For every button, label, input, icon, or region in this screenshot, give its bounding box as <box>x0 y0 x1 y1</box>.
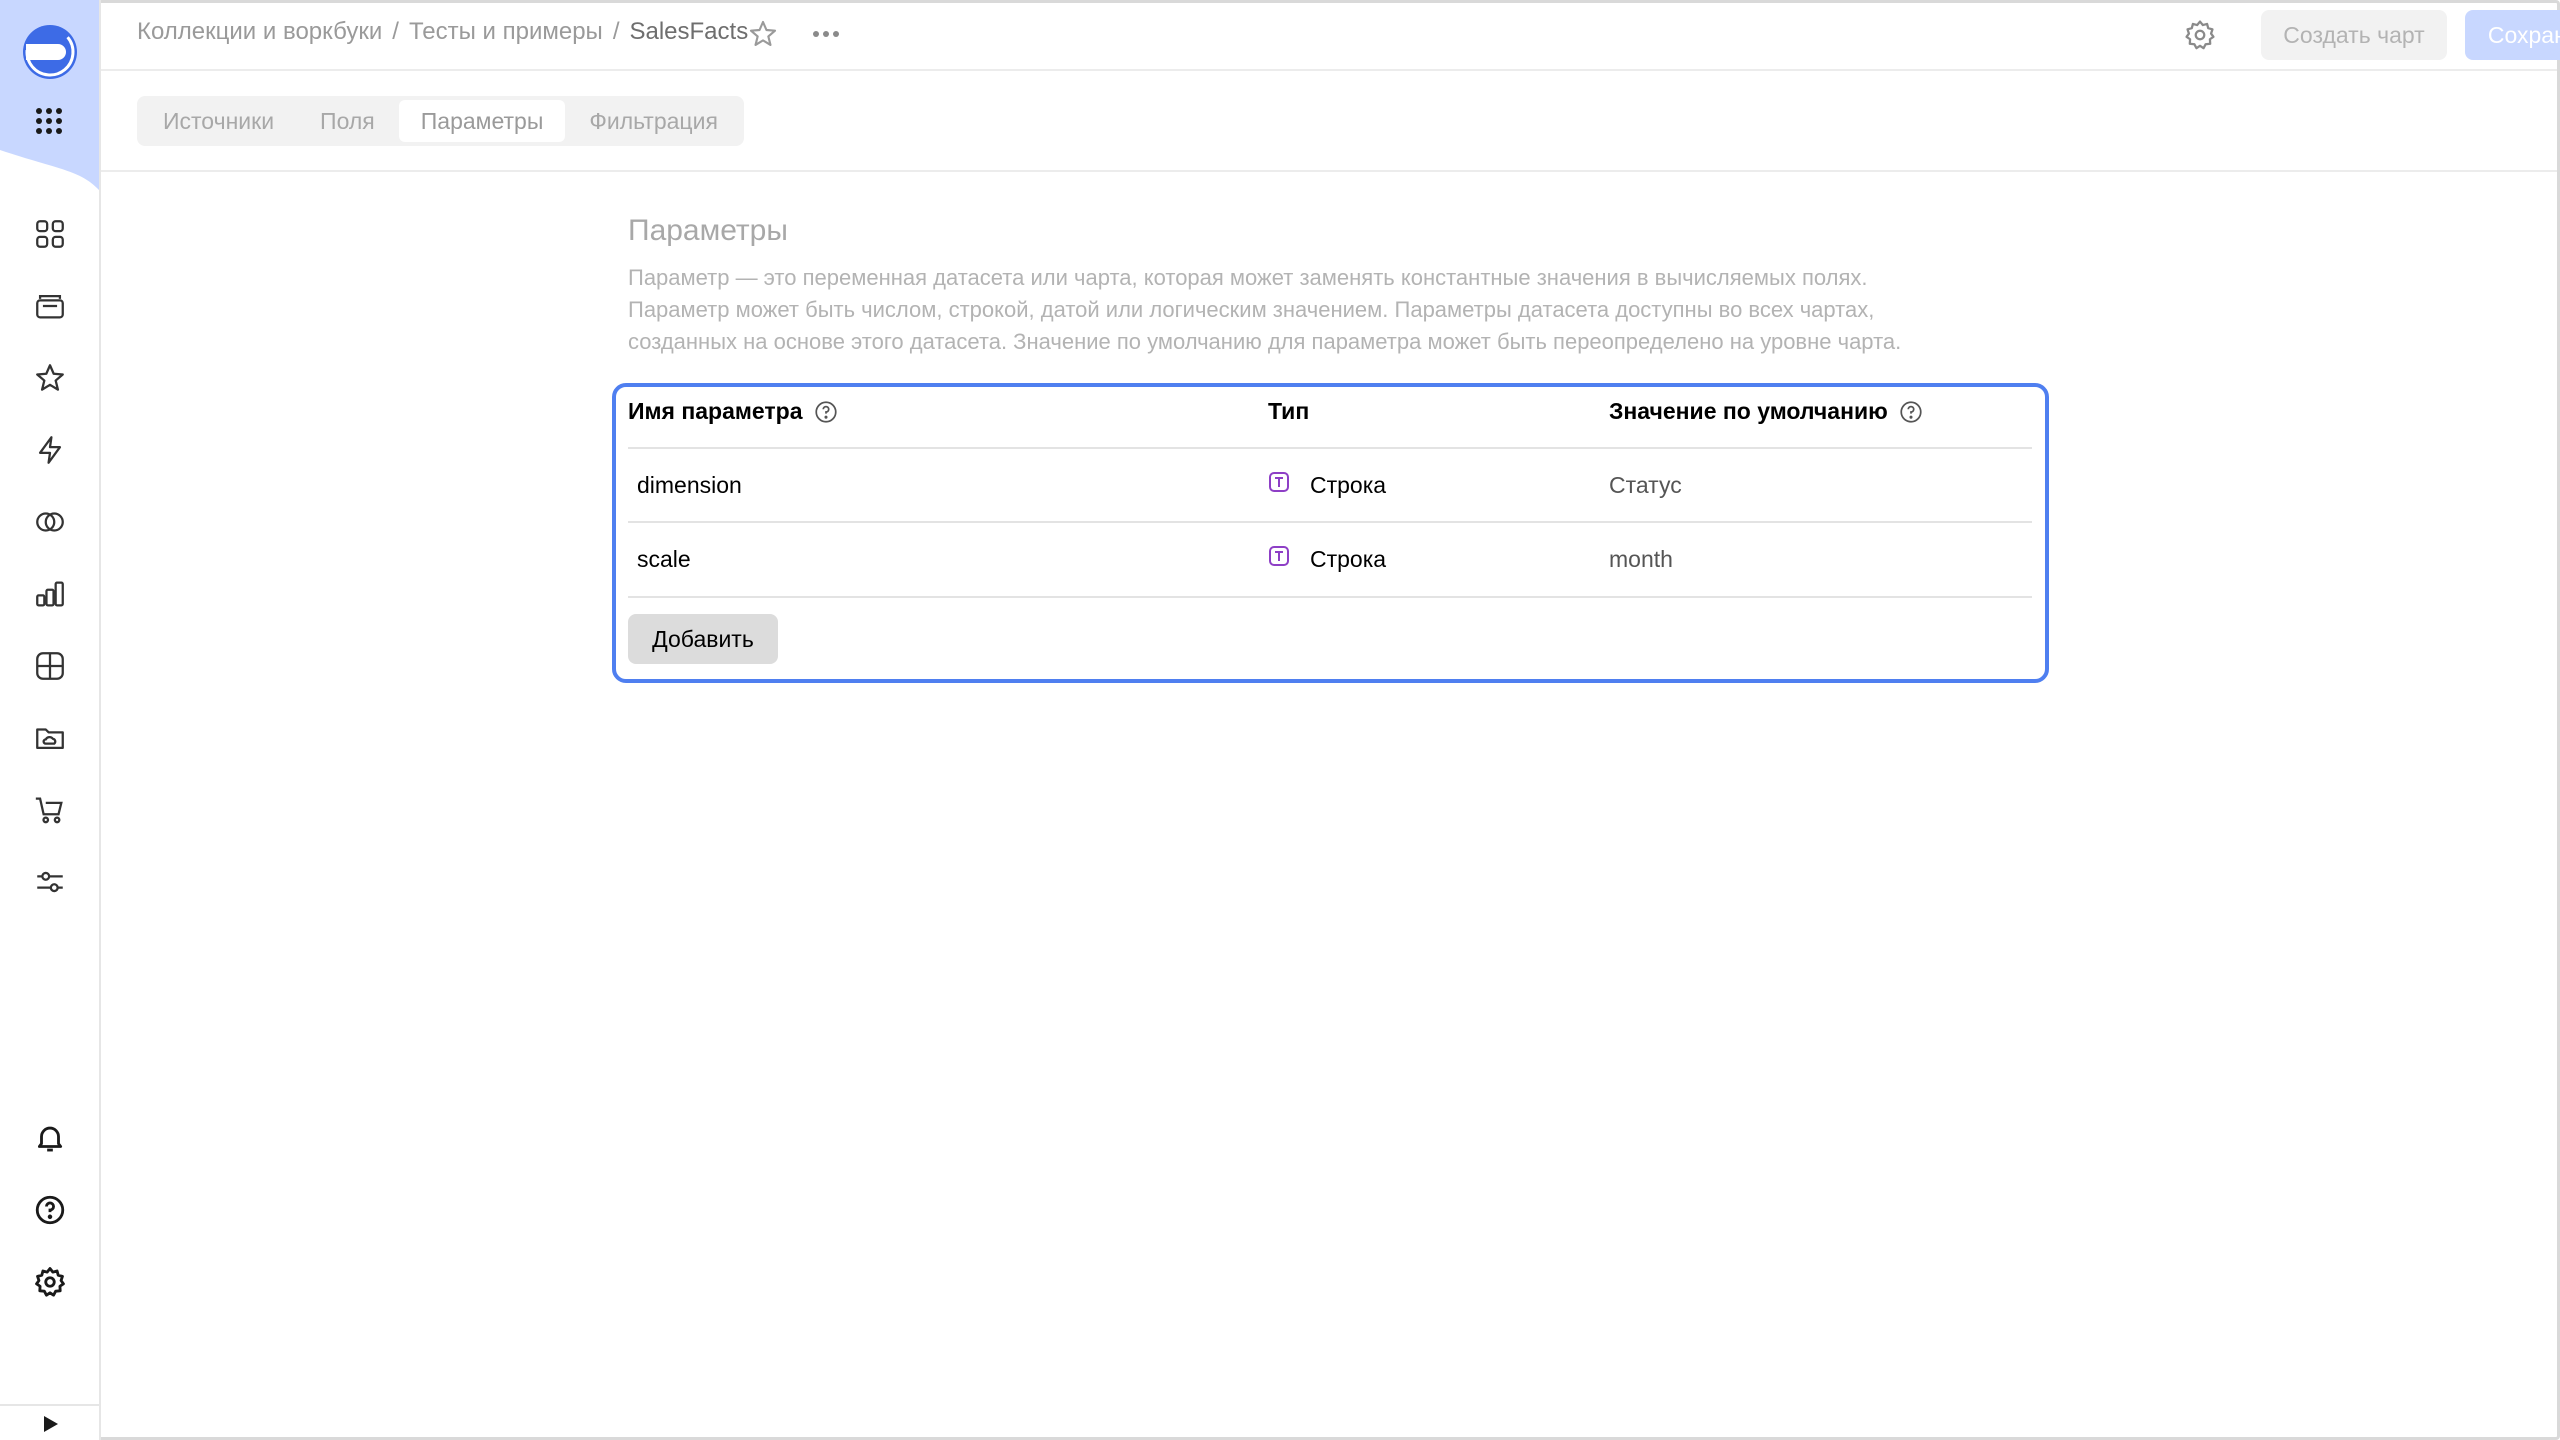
table-divider <box>628 596 2032 598</box>
apps-grid-icon[interactable] <box>34 106 64 136</box>
section-title: Параметры <box>628 214 788 247</box>
dataset-tabs: Источники Поля Параметры Фильтрация <box>137 96 744 146</box>
create-chart-button[interactable]: Создать чарт <box>2261 10 2447 60</box>
section-description: Параметр — это переменная датасета или ч… <box>628 262 2028 358</box>
breadcrumb-item-tests[interactable]: Тесты и примеры <box>409 18 603 46</box>
column-header-default-label: Значение по умолчанию <box>1609 398 1888 424</box>
app-frame <box>0 0 2560 1440</box>
settings-icon[interactable] <box>30 1262 70 1302</box>
breadcrumb-separator: / <box>392 18 399 45</box>
breadcrumb: Коллекции и воркбуки / Тесты и примеры /… <box>137 18 748 46</box>
folder-stack-icon[interactable] <box>30 286 70 326</box>
tab-sources[interactable]: Источники <box>141 100 296 142</box>
sliders-icon[interactable] <box>30 862 70 902</box>
description-line: Параметр может быть числом, строкой, дат… <box>628 297 1875 322</box>
help-icon[interactable] <box>1898 399 1924 425</box>
parameter-type: Строка <box>1310 472 1387 498</box>
breadcrumb-separator: / <box>612 18 620 45</box>
grid-icon[interactable] <box>30 646 70 686</box>
tabs-bar: Источники Поля Параметры Фильтрация <box>101 72 2557 172</box>
collections-icon[interactable] <box>30 214 70 254</box>
parameter-type: Строка <box>1310 546 1387 572</box>
table-divider <box>628 521 2032 523</box>
bell-icon[interactable] <box>30 1118 70 1158</box>
favorite-star-icon[interactable] <box>747 18 779 50</box>
sidebar <box>0 0 101 1440</box>
cart-icon[interactable] <box>30 790 70 830</box>
parameter-name[interactable]: scale <box>637 546 691 573</box>
parameter-name[interactable]: dimension <box>637 472 742 499</box>
sidebar-divider <box>0 1404 99 1406</box>
help-icon[interactable] <box>813 399 839 425</box>
datalens-logo[interactable] <box>20 24 80 80</box>
breadcrumb-item-collections[interactable]: Коллекции и воркбуки <box>137 18 382 46</box>
tab-fields[interactable]: Поля <box>298 100 397 142</box>
parameters-highlight-box <box>612 383 2049 683</box>
dataset-settings-gear-icon[interactable] <box>2183 18 2217 52</box>
string-type-icon <box>1269 546 1289 566</box>
description-line: Параметр — это переменная датасета или ч… <box>628 265 1868 290</box>
chart-icon[interactable] <box>30 574 70 614</box>
column-header-name-label: Имя параметра <box>628 398 803 424</box>
tab-parameters[interactable]: Параметры <box>398 100 566 142</box>
tab-filtering[interactable]: Фильтрация <box>567 100 740 142</box>
help-icon[interactable] <box>30 1190 70 1230</box>
star-icon[interactable] <box>30 358 70 398</box>
column-header-name: Имя параметра <box>628 398 839 425</box>
parameter-default: month <box>1609 546 1673 572</box>
column-header-default: Значение по умолчанию <box>1609 398 1924 425</box>
expand-sidebar-icon[interactable] <box>38 1412 62 1436</box>
table-divider <box>628 447 2032 449</box>
save-button[interactable]: Сохранить <box>2465 10 2560 60</box>
lightning-icon[interactable] <box>30 430 70 470</box>
folder-cloud-icon[interactable] <box>30 718 70 758</box>
string-type-icon <box>1269 472 1289 492</box>
top-header: Коллекции и воркбуки / Тесты и примеры /… <box>101 0 2560 71</box>
column-header-type: Тип <box>1268 398 1309 425</box>
column-header-type-label: Тип <box>1268 398 1310 424</box>
add-parameter-button[interactable]: Добавить <box>628 614 778 664</box>
breadcrumb-item-current: SalesFacts <box>629 18 749 45</box>
parameter-default: Статус <box>1609 472 1682 498</box>
description-line: созданных на основе этого датасета. Знач… <box>628 329 1902 354</box>
connections-icon[interactable] <box>30 502 70 542</box>
more-options-icon[interactable] <box>809 18 843 50</box>
